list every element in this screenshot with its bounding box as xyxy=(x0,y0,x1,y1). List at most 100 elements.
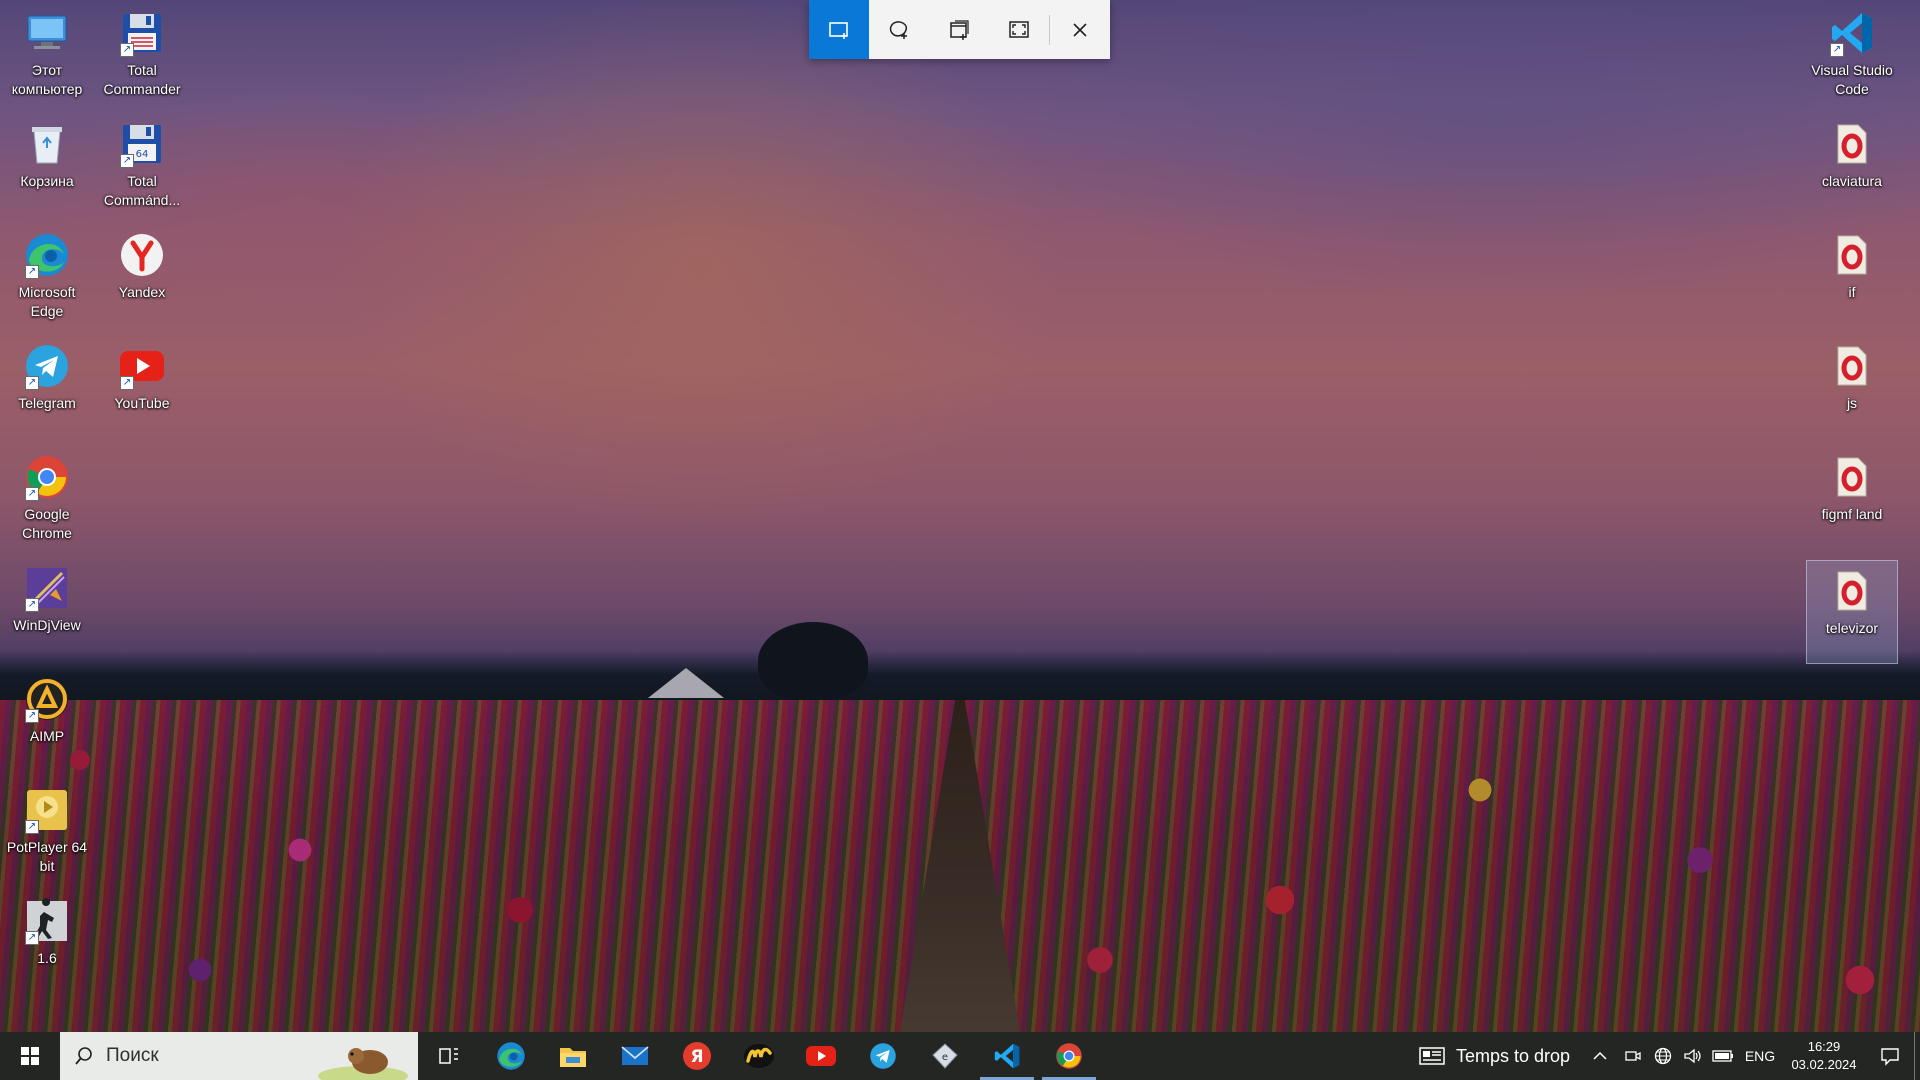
windows-logo-icon xyxy=(21,1047,39,1065)
desktop-icon-counter-strike[interactable]: ↗ 1.6 xyxy=(1,890,93,994)
taskbar-windjview[interactable]: e xyxy=(914,1032,976,1080)
edge-icon: ↗ xyxy=(23,231,71,279)
news-icon xyxy=(1419,1047,1445,1065)
telegram-icon: ↗ xyxy=(23,342,71,390)
opera-icon xyxy=(1828,231,1876,279)
youtube-icon xyxy=(806,1046,836,1066)
clock-time: 16:29 xyxy=(1807,1039,1841,1054)
opera-icon xyxy=(1828,342,1876,390)
globe-icon xyxy=(1654,1047,1672,1065)
recycle-bin-icon xyxy=(23,120,71,168)
desktop-icon-claviatura[interactable]: claviatura xyxy=(1806,113,1898,217)
fullscreen-snip-button[interactable] xyxy=(989,0,1049,59)
desktop-icon-yandex[interactable]: Yandex xyxy=(96,224,188,328)
taskbar-youtube[interactable] xyxy=(790,1032,852,1080)
opera-icon xyxy=(1828,453,1876,501)
search-icon xyxy=(75,1047,92,1065)
close-snip-button[interactable] xyxy=(1050,0,1110,59)
taskbar-search-box[interactable]: Поиск xyxy=(60,1032,418,1080)
freeform-snip-button[interactable] xyxy=(869,0,929,59)
taskbar-yandex-music[interactable] xyxy=(728,1032,790,1080)
chrome-icon xyxy=(1056,1043,1082,1069)
taskbar-chrome[interactable] xyxy=(1038,1032,1100,1080)
windjview-icon: ↗ xyxy=(23,564,71,612)
taskbar-vscode[interactable] xyxy=(976,1032,1038,1080)
tray-meet-now[interactable] xyxy=(1618,1032,1648,1080)
snip-toolbar xyxy=(809,0,1110,59)
taskbar: Поиск Я e Temps to drop ENG 16:29 03.02.… xyxy=(0,1032,1920,1080)
opera-icon xyxy=(1828,120,1876,168)
fullscreen-snip-icon xyxy=(1009,20,1029,38)
window-snip-icon xyxy=(950,19,969,40)
tray-volume[interactable] xyxy=(1678,1032,1708,1080)
total-commander-icon: ↗ xyxy=(118,9,166,57)
svg-text:Я: Я xyxy=(690,1047,703,1067)
desktop-icon-televizor[interactable]: televizor xyxy=(1806,560,1898,664)
vscode-icon: ↗ xyxy=(1828,9,1876,57)
rect-snip-button[interactable] xyxy=(809,0,869,59)
close-icon xyxy=(1073,22,1087,37)
counter-strike-icon: ↗ xyxy=(23,897,71,945)
camera-icon xyxy=(1625,1051,1641,1061)
taskbar-yandex[interactable]: Я xyxy=(666,1032,728,1080)
freeform-snip-icon xyxy=(889,20,908,39)
desktop-icon-aimp[interactable]: ↗ AIMP xyxy=(1,668,93,772)
yandex-browser-icon xyxy=(118,231,166,279)
edge-icon xyxy=(497,1042,525,1070)
svg-text:64: 64 xyxy=(136,149,149,160)
battery-icon xyxy=(1712,1050,1733,1062)
taskbar-weather-widget[interactable]: Temps to drop xyxy=(1406,1032,1582,1080)
desktop-icon-figmf-land[interactable]: figmf land xyxy=(1806,446,1898,550)
youtube-icon: ↗ xyxy=(118,342,166,390)
snip-overlay-dim xyxy=(0,0,1920,1080)
yandex-music-icon xyxy=(744,1044,774,1068)
desktop-icon-google-chrome[interactable]: ↗ Google Chrome xyxy=(1,446,93,550)
desktop-icon-if[interactable]: if xyxy=(1806,224,1898,328)
show-desktop-button[interactable] xyxy=(1914,1032,1920,1080)
desktop[interactable]: Этот компьютер Корзина ↗ Microsoft Edge … xyxy=(0,0,1920,1080)
windjview-icon: e xyxy=(932,1043,958,1069)
desktop-icon-recycle-bin[interactable]: Корзина xyxy=(1,113,93,217)
taskbar-edge[interactable] xyxy=(480,1032,542,1080)
chrome-icon: ↗ xyxy=(23,453,71,501)
desktop-icon-vscode[interactable]: ↗ Visual Studio Code xyxy=(1806,2,1898,106)
tray-clock[interactable]: 16:29 03.02.2024 xyxy=(1782,1038,1866,1074)
desktop-icon-potplayer[interactable]: ↗ PotPlayer 64 bit xyxy=(1,779,93,883)
desktop-icon-total-commander[interactable]: ↗ Total Commander xyxy=(96,2,188,106)
taskbar-file-explorer[interactable] xyxy=(542,1032,604,1080)
chevron-up-icon xyxy=(1593,1051,1607,1060)
desktop-icon-telegram[interactable]: ↗ Telegram xyxy=(1,335,93,439)
window-snip-button[interactable] xyxy=(929,0,989,59)
taskbar-telegram[interactable] xyxy=(852,1032,914,1080)
svg-text:e: e xyxy=(942,1052,948,1063)
taskbar-mail[interactable] xyxy=(604,1032,666,1080)
clock-date: 03.02.2024 xyxy=(1791,1057,1857,1072)
tray-overflow-button[interactable] xyxy=(1582,1032,1618,1080)
weather-text: Temps to drop xyxy=(1455,1045,1570,1066)
notification-icon xyxy=(1881,1048,1899,1066)
volume-icon xyxy=(1684,1048,1701,1064)
tray-battery[interactable] xyxy=(1708,1032,1738,1080)
desktop-icon-this-pc[interactable]: Этот компьютер xyxy=(1,2,93,106)
tray-language[interactable]: ENG xyxy=(1738,1048,1782,1064)
desktop-icon-total-commander-64[interactable]: 64 ↗ Total Commánd... xyxy=(96,113,188,217)
notification-center-button[interactable] xyxy=(1866,1032,1914,1080)
rectangle-snip-icon xyxy=(829,21,848,39)
search-placeholder: Поиск xyxy=(106,1045,159,1066)
desktop-icon-windjview[interactable]: ↗ WinDjView xyxy=(1,557,93,661)
total-commander-64-icon: 64 ↗ xyxy=(118,120,166,168)
tray-network[interactable] xyxy=(1648,1032,1678,1080)
start-button[interactable] xyxy=(0,1032,60,1080)
opera-icon xyxy=(1828,567,1876,615)
taskbar-task-view[interactable] xyxy=(418,1032,480,1080)
computer-icon xyxy=(23,9,71,57)
search-highlight-illustration xyxy=(318,1048,408,1080)
desktop-icon-microsoft-edge[interactable]: ↗ Microsoft Edge xyxy=(1,224,93,328)
telegram-icon xyxy=(870,1043,896,1069)
potplayer-icon: ↗ xyxy=(23,786,71,834)
mail-icon xyxy=(621,1046,649,1065)
aimp-icon: ↗ xyxy=(23,675,71,723)
desktop-icon-youtube[interactable]: ↗ YouTube xyxy=(96,335,188,439)
desktop-icon-js[interactable]: js xyxy=(1806,335,1898,439)
folder-icon xyxy=(560,1048,586,1067)
